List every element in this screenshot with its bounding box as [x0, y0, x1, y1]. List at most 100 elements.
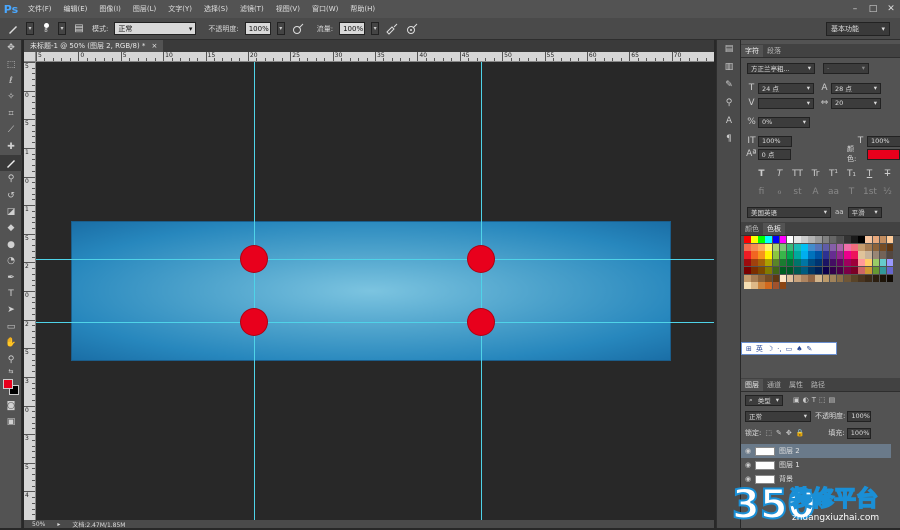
- swash-button[interactable]: A: [809, 187, 822, 197]
- color-swatch[interactable]: [786, 251, 794, 259]
- color-swatch[interactable]: [772, 251, 780, 259]
- color-swatch[interactable]: [772, 236, 780, 244]
- color-swatch[interactable]: [751, 251, 758, 259]
- menu-view[interactable]: 视图(V): [270, 4, 306, 14]
- healing-brush-tool-icon[interactable]: ✚: [0, 138, 22, 154]
- layer-name[interactable]: 图层 2: [779, 446, 800, 456]
- color-swatch[interactable]: [844, 259, 851, 267]
- vertical-ruler[interactable]: 5051015202530354: [24, 62, 36, 520]
- color-swatch[interactable]: [822, 251, 830, 259]
- color-swatch[interactable]: [886, 266, 894, 274]
- paint-bucket-tool-icon[interactable]: ◆: [0, 220, 22, 236]
- color-swatch[interactable]: [872, 243, 880, 251]
- restore-button[interactable]: □: [864, 0, 882, 18]
- flow-dropdown-icon[interactable]: ▾: [371, 22, 380, 35]
- vertical-guide[interactable]: [481, 62, 482, 520]
- menu-file[interactable]: 文件(F): [22, 4, 58, 14]
- tab-channels[interactable]: 通道: [763, 379, 785, 391]
- color-swatch[interactable]: [851, 243, 858, 251]
- punctuation-icon[interactable]: ·,: [777, 345, 781, 353]
- font-size-select[interactable]: 24 点 ▾: [758, 82, 814, 94]
- color-swatch[interactable]: [794, 236, 801, 244]
- color-swatch[interactable]: [865, 259, 872, 267]
- brush-panel-icon[interactable]: ✎: [717, 76, 741, 94]
- color-swatch[interactable]: [744, 282, 751, 290]
- pen-tool-icon[interactable]: ✒: [0, 269, 22, 285]
- tab-paths[interactable]: 路径: [807, 379, 829, 391]
- color-swatch[interactable]: [851, 251, 858, 259]
- layer-name[interactable]: 图层 1: [779, 460, 800, 470]
- text-color-swatch[interactable]: [866, 148, 900, 160]
- color-swatch[interactable]: [772, 243, 780, 251]
- color-swatch[interactable]: [872, 251, 880, 259]
- tab-properties[interactable]: 属性: [785, 379, 807, 391]
- status-arrow-icon[interactable]: ▸: [57, 521, 60, 528]
- faux-bold-button[interactable]: T: [755, 169, 768, 179]
- menu-window[interactable]: 窗口(W): [306, 4, 344, 14]
- color-swatch[interactable]: [744, 243, 751, 251]
- color-swatch[interactable]: [772, 266, 780, 274]
- close-window-button[interactable]: ✕: [882, 0, 900, 18]
- color-swatch[interactable]: [765, 259, 772, 267]
- ordinals-button[interactable]: 1st: [863, 187, 877, 197]
- baseline-shift-input[interactable]: 0 点: [757, 148, 791, 160]
- color-swatch[interactable]: [808, 243, 815, 251]
- color-swatch[interactable]: [879, 236, 887, 244]
- color-swatch[interactable]: [765, 266, 772, 274]
- color-swatch[interactable]: [808, 236, 815, 244]
- color-swatch[interactable]: [779, 251, 787, 259]
- blue-banner-layer[interactable]: [71, 221, 671, 361]
- color-swatch[interactable]: [879, 259, 887, 267]
- color-swatch[interactable]: [822, 266, 830, 274]
- paragraph-panel-icon[interactable]: ¶: [717, 130, 741, 148]
- color-swatch[interactable]: [829, 236, 837, 244]
- color-swatch[interactable]: [744, 259, 751, 267]
- color-swatch[interactable]: [858, 243, 865, 251]
- menu-image[interactable]: 图像(I): [93, 4, 127, 14]
- clone-stamp-tool-icon[interactable]: ⚲: [0, 171, 22, 187]
- color-swatch[interactable]: [829, 243, 837, 251]
- color-swatch[interactable]: [872, 259, 880, 267]
- red-dot[interactable]: [468, 246, 494, 272]
- horizontal-scale-input[interactable]: 100%: [867, 135, 900, 147]
- color-swatch[interactable]: [844, 236, 851, 244]
- color-swatch[interactable]: [758, 243, 765, 251]
- color-swatch[interactable]: [801, 266, 808, 274]
- moon-icon[interactable]: ☽: [767, 345, 773, 353]
- color-swatch[interactable]: [744, 236, 751, 244]
- color-swatch[interactable]: [801, 259, 808, 267]
- color-swatch[interactable]: [758, 236, 765, 244]
- color-swatch[interactable]: [801, 243, 808, 251]
- color-swatch[interactable]: [844, 243, 851, 251]
- language-select[interactable]: 美国英语 ▾: [747, 206, 831, 218]
- red-dot[interactable]: [241, 246, 267, 272]
- color-swatch[interactable]: [858, 259, 865, 267]
- color-swatch[interactable]: [822, 259, 830, 267]
- contextual-alternates-button[interactable]: ℴ: [773, 187, 786, 197]
- color-swatch[interactable]: [886, 274, 894, 282]
- strikethrough-button[interactable]: T: [881, 169, 894, 179]
- opacity-dropdown-icon[interactable]: ▾: [276, 22, 285, 35]
- tracking-select[interactable]: 20 ▾: [831, 97, 881, 109]
- color-swatch[interactable]: [851, 266, 858, 274]
- hand-tool-icon[interactable]: ✋: [0, 335, 22, 351]
- color-swatch[interactable]: [808, 274, 815, 282]
- color-swatch[interactable]: [815, 274, 822, 282]
- proportional-spacing-select[interactable]: 0% ▾: [758, 116, 810, 128]
- menu-layer[interactable]: 图层(L): [127, 4, 162, 14]
- mode-select[interactable]: 正常 ▾: [114, 22, 197, 35]
- color-swatch[interactable]: [886, 236, 894, 244]
- color-swatch[interactable]: [815, 236, 822, 244]
- eyedropper-tool-icon[interactable]: ⟋: [0, 122, 22, 138]
- color-swatch[interactable]: [744, 266, 751, 274]
- color-swatch[interactable]: [801, 251, 808, 259]
- stylistic-alternates-button[interactable]: aa: [827, 187, 840, 197]
- flow-input[interactable]: 100%: [339, 22, 366, 35]
- color-swatch[interactable]: [779, 243, 787, 251]
- pressure-opacity-icon[interactable]: [291, 22, 305, 36]
- crop-tool-icon[interactable]: ⌗: [0, 106, 22, 122]
- all-caps-button[interactable]: TT: [791, 169, 804, 179]
- color-swatch[interactable]: [844, 266, 851, 274]
- menu-help[interactable]: 帮助(H): [344, 4, 381, 14]
- tab-character[interactable]: 字符: [741, 45, 763, 57]
